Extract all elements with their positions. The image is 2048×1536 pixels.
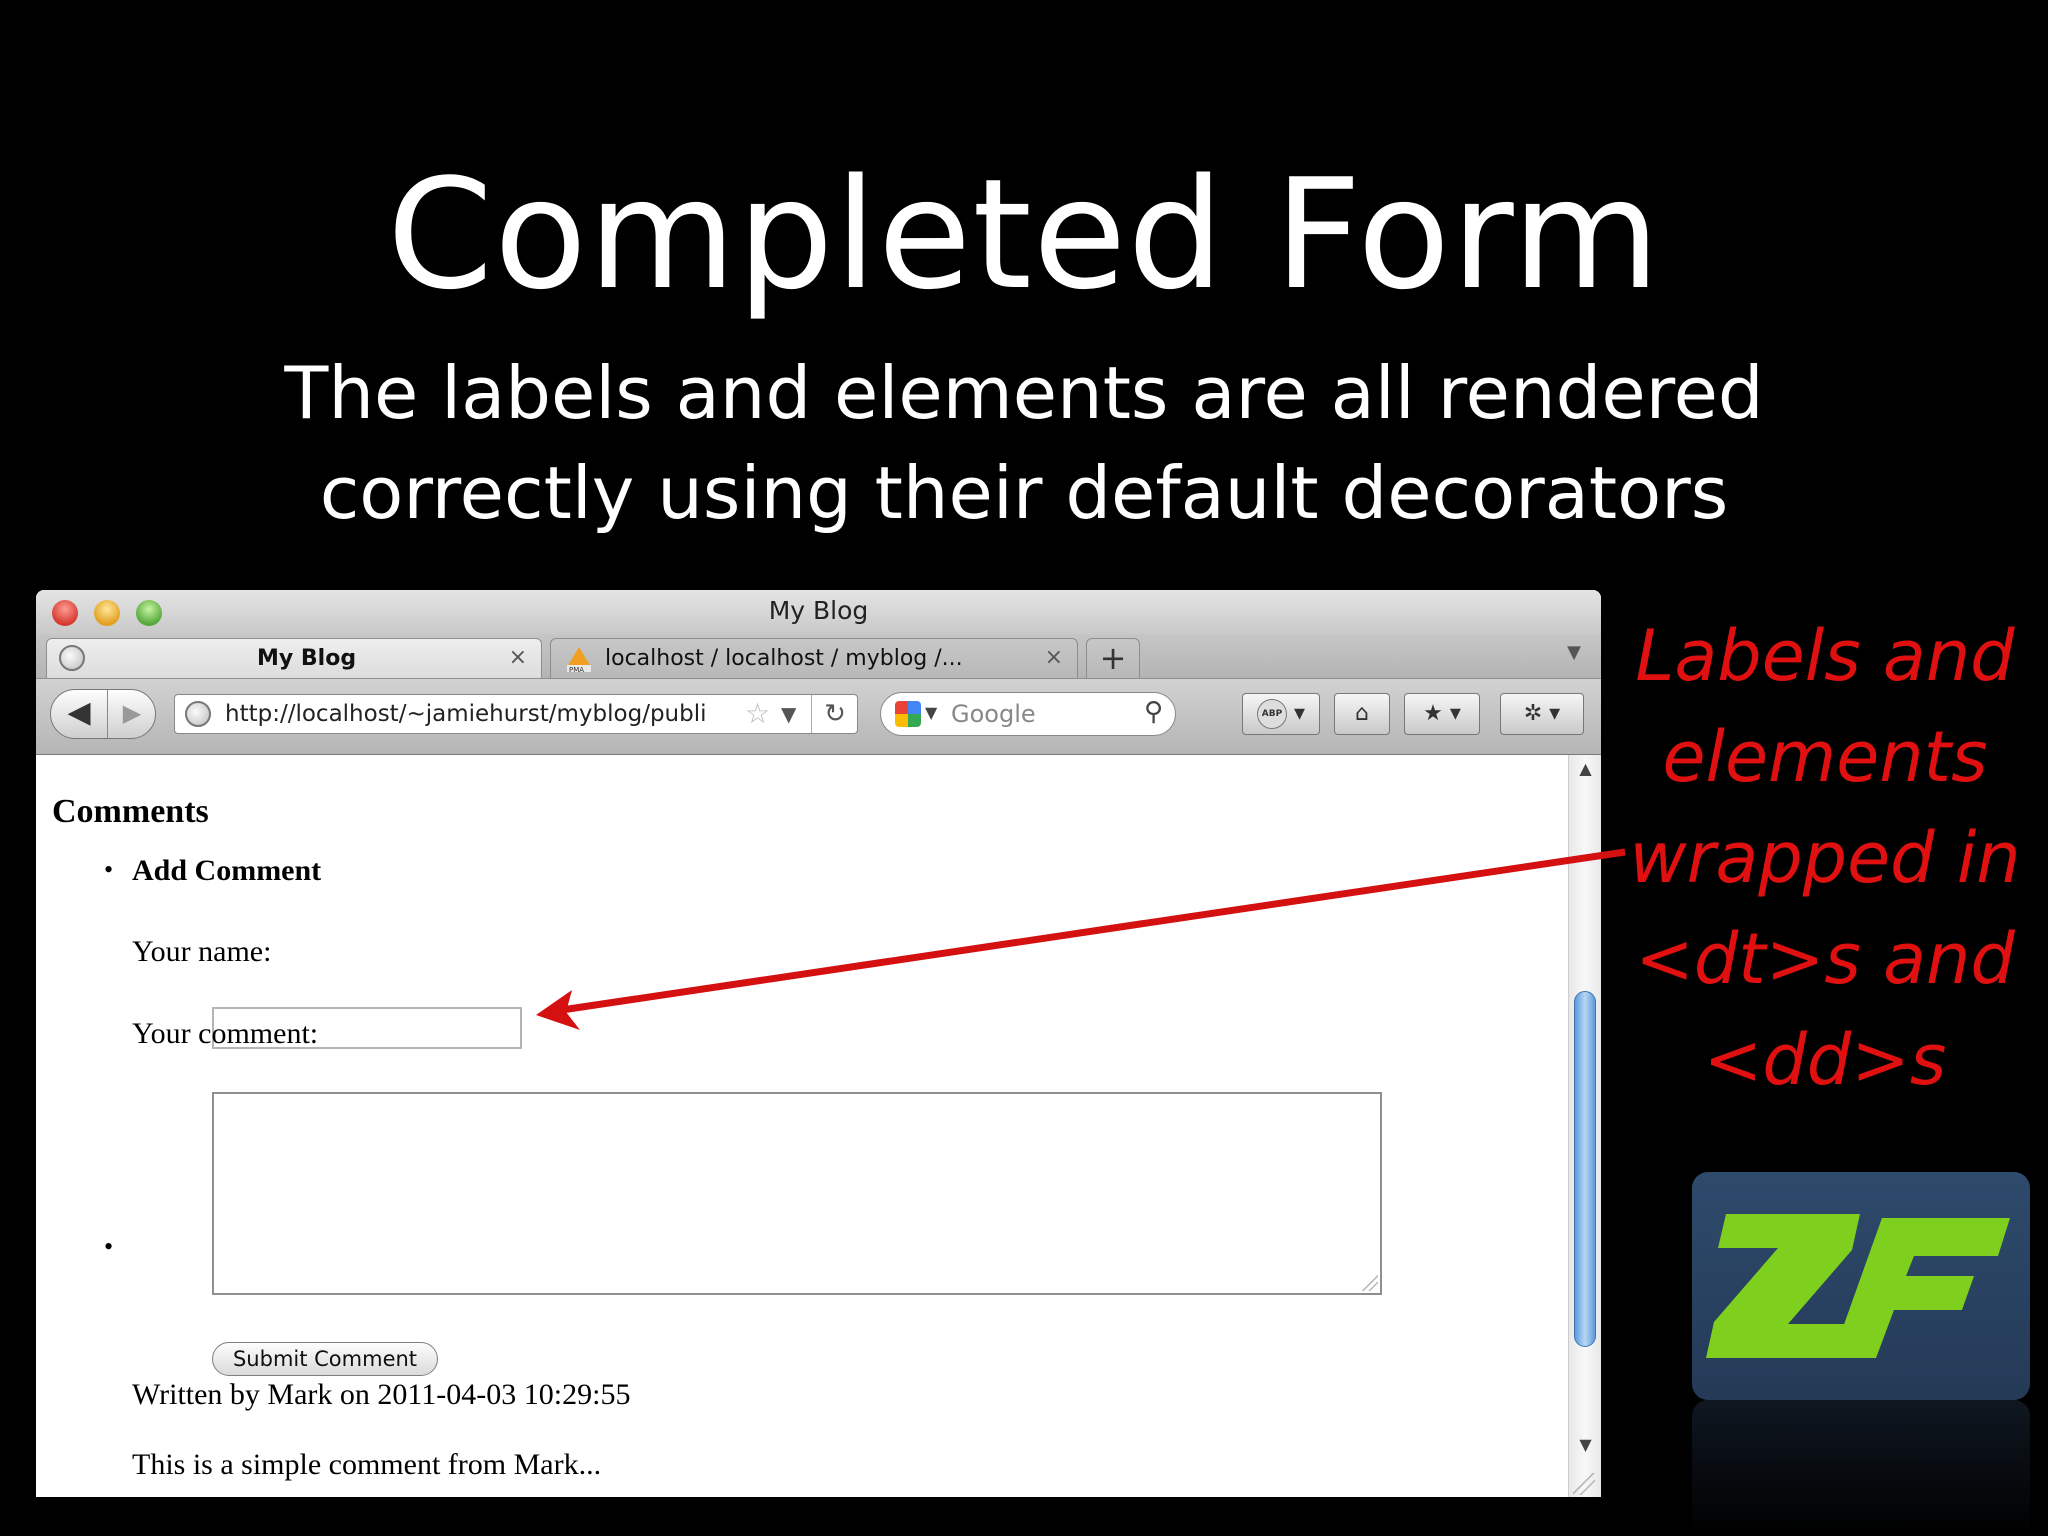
slide-subtitle-line-2: correctly using their default decorators — [319, 451, 1729, 535]
globe-icon — [59, 645, 85, 671]
adblock-button[interactable]: ABP ▾ — [1242, 693, 1320, 735]
scroll-thumb[interactable] — [1574, 991, 1596, 1347]
annotation-line: <dd>s — [1703, 1019, 1947, 1101]
site-identity-icon — [185, 701, 211, 727]
submit-comment-button[interactable]: Submit Comment — [212, 1342, 438, 1376]
logo-reflection — [1692, 1400, 2030, 1536]
annotation-line: Labels and — [1635, 615, 2015, 697]
annotation-line: <dt>s and — [1635, 918, 2015, 1000]
extension-button[interactable]: ✲ ▾ — [1500, 693, 1584, 735]
close-tab-icon[interactable]: × — [1045, 645, 1063, 670]
tab-label: localhost / localhost / myblog /... — [605, 646, 963, 671]
adblock-icon: ABP — [1256, 699, 1287, 729]
scroll-up-icon[interactable]: ▲ — [1569, 759, 1601, 778]
comment-body: This is a simple comment from Mark... — [132, 1448, 602, 1481]
comments-heading: Comments — [52, 793, 209, 830]
svg-text:PMA: PMA — [569, 666, 584, 673]
close-tab-icon[interactable]: × — [509, 645, 527, 670]
new-tab-button[interactable]: + — [1086, 638, 1140, 678]
bullet-icon: • — [104, 1232, 114, 1261]
vertical-scrollbar[interactable]: ▲ ▼ — [1568, 755, 1601, 1497]
tab-my-blog[interactable]: My Blog × — [46, 638, 542, 678]
home-icon: ⌂ — [1355, 701, 1369, 726]
title-bar: My Blog — [36, 590, 1601, 634]
slide-title: Completed Form — [386, 146, 1662, 323]
annotation-callout: Labels and elements wrapped in <dt>s and… — [1620, 606, 2030, 1111]
scroll-down-icon[interactable]: ▼ — [1569, 1435, 1601, 1454]
bookmarks-button[interactable]: ★ ▾ — [1404, 693, 1480, 735]
extension-icon: ✲ — [1523, 701, 1543, 726]
zf-logo-mark — [1706, 1214, 2010, 1358]
url-text[interactable]: http://localhost/~jamiehurst/myblog/publ… — [225, 701, 730, 727]
tab-phpmyadmin[interactable]: PMA localhost / localhost / myblog /... … — [550, 638, 1078, 678]
search-bar[interactable]: ▼ Google ⚲ — [880, 692, 1176, 736]
back-button[interactable]: ◀ — [51, 690, 108, 738]
tab-bar: My Blog × PMA localhost / localhost / my… — [36, 634, 1601, 679]
back-forward-group: ◀ ▶ — [50, 689, 156, 739]
navigation-toolbar: ◀ ▶ http://localhost/~jamiehurst/myblog/… — [36, 679, 1601, 755]
forward-button[interactable]: ▶ — [109, 690, 155, 738]
comment-textarea[interactable] — [212, 1092, 1382, 1295]
annotation-line: elements — [1662, 716, 1988, 798]
browser-window: My Blog My Blog × PMA localhost / localh… — [36, 590, 1601, 1497]
annotation-line: wrapped in — [1629, 817, 2021, 899]
url-bar[interactable]: http://localhost/~jamiehurst/myblog/publ… — [174, 694, 858, 734]
add-comment-heading: Add Comment — [132, 854, 322, 887]
page-content: Comments • Add Comment Your name: Your c… — [36, 755, 1568, 1497]
name-label: Your name: — [132, 935, 272, 968]
bookmark-star-icon[interactable]: ☆ — [745, 697, 770, 730]
phpmyadmin-icon: PMA — [567, 647, 591, 673]
slide-subtitle-line-1: The labels and elements are all rendered — [284, 351, 1764, 435]
resize-grip-icon[interactable] — [1362, 1275, 1378, 1291]
comment-label: Your comment: — [132, 1017, 319, 1050]
comment-meta: Written by Mark on 2011-04-03 10:29:55 — [132, 1378, 631, 1411]
back-icon: ◀ — [67, 695, 91, 730]
tab-label: My Blog — [257, 646, 357, 671]
reload-icon[interactable]: ↻ — [811, 695, 858, 733]
window-resize-icon[interactable] — [1573, 1473, 1595, 1495]
bullet-icon: • — [104, 855, 114, 884]
forward-icon: ▶ — [122, 699, 142, 727]
google-icon[interactable] — [895, 701, 921, 727]
tab-list-chevron-icon[interactable]: ▼ — [1567, 642, 1581, 663]
bookmark-icon: ★ — [1423, 701, 1443, 726]
search-input[interactable]: Google — [951, 700, 1036, 728]
home-button[interactable]: ⌂ — [1334, 693, 1390, 735]
zend-framework-logo — [1692, 1172, 2030, 1400]
search-icon[interactable]: ⚲ — [1144, 697, 1163, 727]
window-title: My Blog — [768, 596, 869, 625]
url-history-chevron-icon[interactable]: ▼ — [781, 702, 796, 726]
search-engine-chevron-icon[interactable]: ▼ — [925, 703, 937, 722]
